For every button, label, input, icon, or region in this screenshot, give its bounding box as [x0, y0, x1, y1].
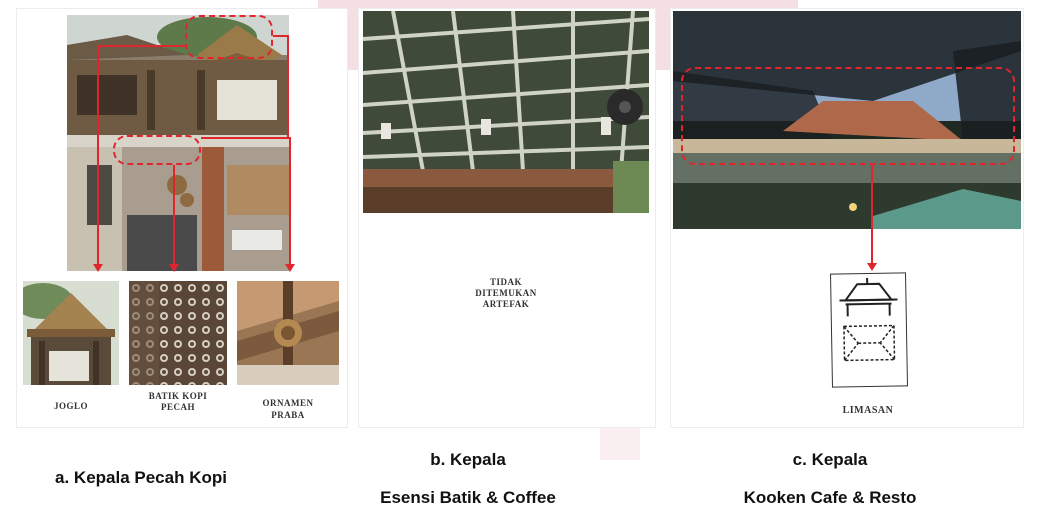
not-found-text: TIDAK DITEMUKAN ARTEFAK [363, 277, 649, 310]
joglo-photo [23, 281, 119, 385]
ornamen-connector-h1 [273, 35, 287, 37]
panel-a: JOGLO BATIK KOPI PECAH ORNAMEN PRABA [16, 8, 348, 428]
caption-b-line1: b. Kepala [430, 450, 506, 469]
ornamen-label-line1: ORNAMEN [262, 398, 314, 408]
limasan-sketch [830, 272, 908, 388]
limasan-label: LIMASAN [842, 405, 894, 416]
ornamen-connector-v2 [289, 137, 291, 265]
batik-label-line1: BATIK KOPI [148, 391, 208, 401]
not-found-line2: DITEMUKAN [475, 288, 537, 298]
ornamen-connector-h2 [201, 137, 289, 139]
limasan-arrow [867, 263, 877, 271]
batik-highlight [113, 135, 201, 165]
batik-label-line2: PECAH [161, 402, 195, 412]
caption-a: a. Kepala Pecah Kopi [55, 468, 227, 487]
caption-c-line1: c. Kepala [792, 450, 868, 469]
batik-kopi-pecah-photo [129, 281, 227, 385]
ornamen-label-line2: PRABA [271, 410, 305, 420]
caption-b-line2: Esensi Batik & Coffee [380, 488, 556, 507]
panel-b: TIDAK DITEMUKAN ARTEFAK [358, 8, 656, 428]
joglo-arrow [93, 264, 103, 272]
panel-c: LIMASAN [670, 8, 1024, 428]
joglo-label: JOGLO [53, 401, 88, 411]
ceiling-photo [363, 11, 649, 213]
batik-kopi-pecah-label: BATIK KOPI PECAH [129, 391, 227, 413]
not-found-line1: TIDAK [489, 277, 522, 287]
batik-arrow [169, 264, 179, 272]
not-found-line3: ARTEFAK [482, 299, 530, 309]
joglo-connector-h [97, 45, 187, 47]
ornamen-praba-photo [237, 281, 339, 385]
ornamen-arrow [285, 264, 295, 272]
ornamen-connector-v1 [287, 35, 289, 137]
joglo-roof-highlight [185, 15, 273, 59]
limasan-highlight [681, 67, 1015, 165]
joglo-connector-v [97, 45, 99, 265]
limasan-connector [871, 165, 873, 265]
batik-connector-v [173, 165, 175, 265]
caption-c-line2: Kooken Cafe & Resto [743, 488, 917, 507]
ornamen-praba-label: ORNAMEN PRABA [237, 397, 339, 421]
